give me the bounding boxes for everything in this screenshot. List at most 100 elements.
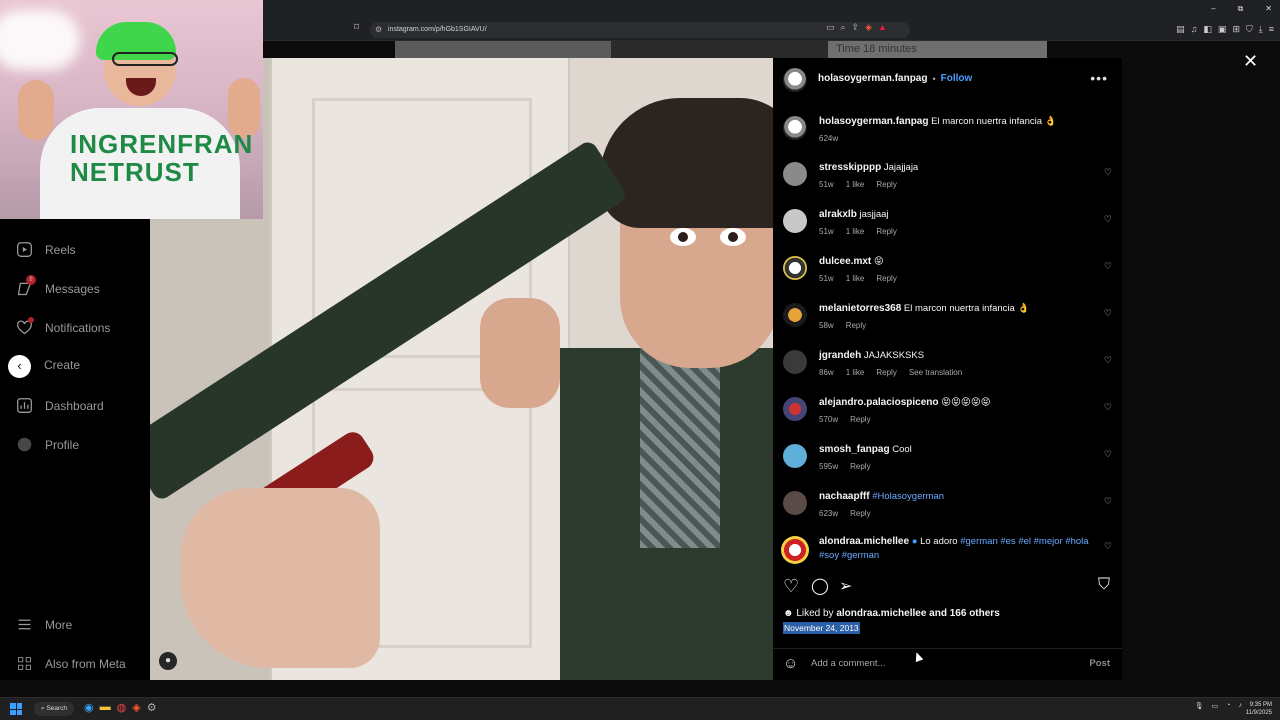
brave-rewards-icon[interactable]: ▲	[878, 22, 887, 33]
avatar[interactable]	[783, 68, 807, 92]
sidebar-item-messages[interactable]: 8 Messages	[16, 275, 100, 297]
avatar[interactable]	[783, 209, 807, 233]
taskbar-search[interactable]: ⌕ Search	[34, 702, 74, 716]
sidebar-item-more[interactable]: More	[16, 616, 72, 633]
wallet-icon[interactable]: ▣	[1218, 24, 1227, 35]
like-comment-icon[interactable]: ♡	[1104, 214, 1112, 225]
avatar[interactable]	[783, 350, 807, 374]
comment-user[interactable]: holasoygerman.fanpag	[819, 116, 928, 127]
hashtag-link[interactable]: #Holasoygerman	[872, 491, 944, 502]
sidebar-item-create[interactable]: Create	[44, 358, 80, 372]
close-icon[interactable]: ✕	[1243, 51, 1258, 72]
sidebar-item-profile[interactable]: Profile	[16, 436, 79, 453]
wifi-icon[interactable]: ◔	[1226, 702, 1230, 710]
share-icon[interactable]: ➢	[839, 576, 852, 596]
liked-by-suffix[interactable]: and 166 others	[929, 608, 1000, 619]
emoji-icon[interactable]: ☺	[783, 655, 798, 672]
zoom-icon[interactable]: ⌕	[841, 22, 846, 33]
comment-user[interactable]: stresskipppp	[819, 162, 881, 173]
close-window-button[interactable]: ✕	[1265, 4, 1272, 14]
sidebar-item-reels[interactable]: Reels	[16, 241, 76, 258]
avatar[interactable]	[783, 444, 807, 468]
reply-button[interactable]: Reply	[850, 509, 870, 518]
avatar[interactable]	[783, 397, 807, 421]
follow-button[interactable]: Follow	[941, 73, 973, 84]
see-translation-button[interactable]: See translation	[909, 368, 962, 377]
reply-button[interactable]: Reply	[876, 180, 896, 189]
reply-button[interactable]: Reply	[876, 274, 896, 283]
menu-icon[interactable]: ≡	[1269, 24, 1274, 35]
reply-button[interactable]: Reply	[850, 415, 870, 424]
reply-button[interactable]: Reply	[846, 321, 866, 330]
reply-button[interactable]: Reply	[876, 227, 896, 236]
comment-likes[interactable]: 1 like	[846, 180, 865, 189]
sidebar-item-dashboard[interactable]: Dashboard	[16, 397, 104, 414]
extensions-icon[interactable]: ⊞	[1232, 24, 1240, 35]
maximize-button[interactable]: ⧉	[1238, 4, 1244, 14]
sidebar-item-notifications[interactable]: Notifications	[16, 317, 110, 336]
more-options-icon[interactable]: •••	[1090, 70, 1108, 86]
like-comment-icon[interactable]: ♡	[1104, 261, 1112, 272]
sidebar-item-also-from-meta[interactable]: Also from Meta	[16, 655, 126, 672]
app-icon[interactable]: ⚙	[147, 701, 157, 714]
tagged-users-icon[interactable]: ●	[159, 652, 177, 670]
post-author[interactable]: holasoygerman.fanpag	[818, 73, 927, 84]
network-icon[interactable]: ▭	[1212, 702, 1219, 710]
avatar[interactable]	[783, 491, 807, 515]
reply-button[interactable]: Reply	[876, 368, 896, 377]
brave-icon[interactable]: ◈	[132, 701, 140, 714]
comment-user[interactable]: alejandro.palaciospiceno	[819, 397, 938, 408]
comment-icon[interactable]: ◯	[811, 576, 829, 596]
comment-user[interactable]: dulcee.mxt	[819, 256, 871, 267]
like-comment-icon[interactable]: ♡	[1104, 167, 1112, 178]
post-date[interactable]: November 24, 2013	[783, 622, 860, 634]
like-comment-icon[interactable]: ♡	[1104, 449, 1112, 460]
like-comment-icon[interactable]: ♡	[1104, 308, 1112, 319]
post-button[interactable]: Post	[1089, 658, 1110, 669]
comment-user[interactable]: jgrandeh	[819, 350, 861, 361]
liked-by-user[interactable]: alondraa.michellee	[836, 608, 926, 619]
like-comment-icon[interactable]: ♡	[1104, 496, 1112, 507]
cast-icon[interactable]: ▭	[826, 22, 835, 33]
vpn-icon[interactable]: ⛉	[1246, 24, 1253, 35]
comment-likes[interactable]: 1 like	[846, 227, 865, 236]
edge-icon[interactable]: ◉	[84, 701, 94, 714]
add-comment-input[interactable]: Add a comment...	[811, 658, 885, 669]
hashtag-link[interactable]: #german #es #el #mejor #hola	[960, 536, 1088, 547]
avatar[interactable]	[783, 303, 807, 327]
like-icon[interactable]: ♡	[783, 576, 799, 597]
volume-icon[interactable]: ♪	[1239, 702, 1243, 710]
comment-user[interactable]: alondraa.michellee	[819, 536, 909, 547]
sidebar-icon[interactable]: ◧	[1203, 24, 1212, 35]
share-icon[interactable]: ⇪	[852, 22, 860, 33]
windows-start-icon[interactable]	[10, 703, 22, 715]
avatar[interactable]	[783, 256, 807, 280]
comment-user[interactable]: alrakxlb	[819, 209, 857, 220]
clock[interactable]: 9:35 PM 11/9/2025	[1246, 701, 1272, 717]
media-icon[interactable]: ♫	[1191, 24, 1198, 35]
like-comment-icon[interactable]: ♡	[1104, 402, 1112, 413]
comment-likes[interactable]: 1 like	[846, 368, 865, 377]
downloads-icon[interactable]: ⤓	[1259, 24, 1263, 35]
site-info-icon[interactable]: ⚙	[375, 22, 382, 38]
avatar[interactable]	[783, 116, 807, 140]
reply-button[interactable]: Reply	[850, 462, 870, 471]
hashtag-link[interactable]: #soy #german	[819, 550, 879, 561]
brave-shield-icon[interactable]: ◈	[865, 22, 872, 33]
bookmark-icon[interactable]: ⌑	[354, 22, 359, 33]
chrome-icon[interactable]: ◍	[117, 701, 127, 714]
comment-likes[interactable]: 1 like	[846, 274, 865, 283]
like-comment-icon[interactable]: ♡	[1104, 355, 1112, 366]
reader-icon[interactable]: ▤	[1176, 24, 1185, 35]
avatar[interactable]	[781, 536, 809, 564]
file-explorer-icon[interactable]: ▬	[100, 701, 111, 714]
comment-user[interactable]: nachaapfff	[819, 491, 870, 502]
save-icon[interactable]: ⛉	[1098, 576, 1110, 594]
mic-icon[interactable]: 🎙	[1195, 702, 1204, 710]
like-comment-icon[interactable]: ♡	[1104, 541, 1112, 552]
comment-user[interactable]: melanietorres368	[819, 303, 901, 314]
comment-user[interactable]: smosh_fanpag	[819, 444, 890, 455]
avatar[interactable]	[783, 162, 807, 186]
back-button[interactable]: ‹	[8, 355, 31, 378]
minimize-button[interactable]: –	[1211, 4, 1215, 14]
